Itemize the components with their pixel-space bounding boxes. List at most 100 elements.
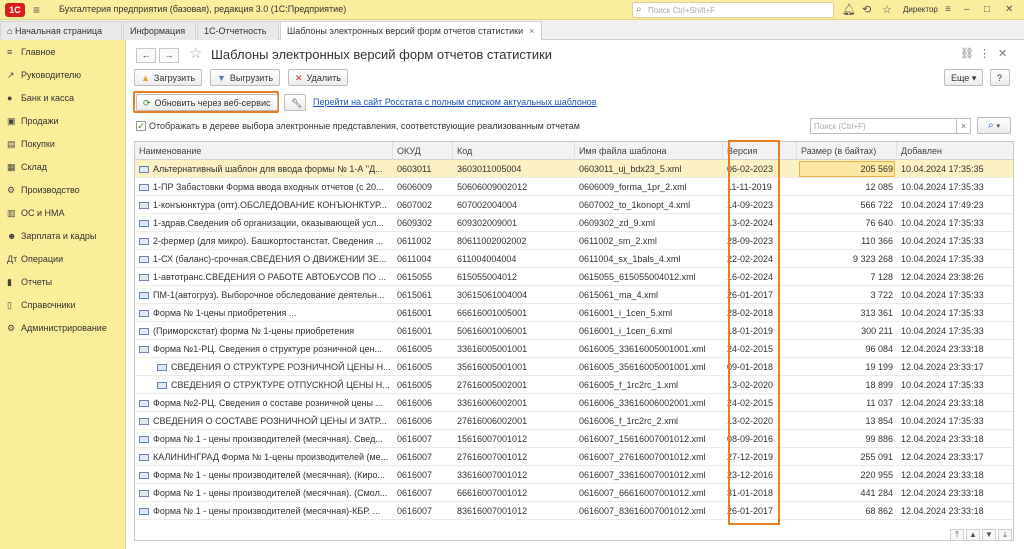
table-row[interactable]: Форма № 1 - цены производителей (месячна…	[135, 502, 1013, 520]
settings-icon[interactable]: ≡	[945, 3, 951, 17]
more-vertical-icon[interactable]: ⋮	[979, 47, 990, 60]
template-icon	[157, 364, 167, 372]
sidebar-item-bank[interactable]: ● Банк и касса	[7, 93, 125, 109]
help-button[interactable]: ?	[990, 69, 1010, 86]
wrench-button[interactable]: 🔧︎	[284, 94, 306, 111]
user-name[interactable]: Директор	[903, 5, 938, 14]
cell-name: Форма № 1 - цены производителей (месячна…	[135, 502, 393, 520]
clear-search-icon[interactable]: ×	[957, 118, 971, 134]
sidebar-item-catalogs[interactable]: ▯ Справочники	[7, 300, 125, 316]
minimize-icon[interactable]: –	[964, 3, 970, 17]
history-icon[interactable]: ⟲	[862, 2, 871, 18]
table-search-input[interactable]: Поиск (Ctrl+F)	[810, 118, 957, 134]
cell-name-text: Форма №1-РЦ. Сведения о структуре рознич…	[153, 344, 382, 354]
sidebar-item-sales[interactable]: ▣ Продажи	[7, 116, 125, 132]
table-row[interactable]: 1-автотранс.СВЕДЕНИЯ О РАБОТЕ АВТОБУСОВ …	[135, 268, 1013, 286]
sidebar-item-manager[interactable]: ↗ Руководителю	[7, 70, 125, 86]
cell-name-text: Форма №2-РЦ. Сведения о составе рознично…	[153, 398, 384, 408]
table-row[interactable]: Форма № 1 - цены производителей (месячна…	[135, 430, 1013, 448]
sidebar-item-production[interactable]: ⚙ Производство	[7, 185, 125, 201]
table-row[interactable]: Форма № 1-цены приобретения ... 0616001 66…	[135, 304, 1013, 322]
tab-close-icon[interactable]: ×	[529, 26, 534, 36]
tab-info[interactable]: Информация	[123, 21, 196, 40]
table-row[interactable]: СВЕДЕНИЯ О СТРУКТУРЕ ОТПУСКНОЙ ЦЕНЫ Н...…	[135, 376, 1013, 394]
sidebar-item-purchases[interactable]: ▤ Покупки	[7, 139, 125, 155]
table-row[interactable]: 1-ПР Забастовки Форма ввода входных отче…	[135, 178, 1013, 196]
table-row[interactable]: Форма № 1 - цены производителей (месячна…	[135, 466, 1013, 484]
table-row[interactable]: (Приморскстат) форма № 1-цены приобретен…	[135, 322, 1013, 340]
update-web-service-button[interactable]: ⟳ Обновить через веб-сервис	[136, 94, 278, 111]
col-header-file[interactable]: Имя файла шаблона	[575, 142, 723, 160]
sidebar-item-main[interactable]: ≡ Главное	[7, 47, 125, 63]
cell-size: 220 955	[860, 470, 893, 480]
cell-added: 10.04.2024 17:35:33	[901, 182, 984, 192]
back-button[interactable]: ←	[136, 48, 156, 63]
table-row[interactable]: Альтернативный шаблон для ввода формы № …	[135, 160, 1013, 178]
close-icon[interactable]: ✕	[1005, 3, 1013, 17]
close-form-icon[interactable]: ✕	[998, 47, 1007, 60]
sidebar-item-assets[interactable]: ▥ ОС и НМА	[7, 208, 125, 224]
show-representations-checkbox[interactable]: ✓	[136, 121, 146, 131]
table-row[interactable]: 1-здрав.Сведения об организации, оказыва…	[135, 214, 1013, 232]
catalog-icon: ▯	[7, 300, 12, 310]
unload-button[interactable]: ▼ Выгрузить	[210, 69, 281, 86]
trend-icon: ↗	[7, 70, 15, 80]
sidebar-item-reports[interactable]: ▮ Отчеты	[7, 277, 125, 293]
table-row[interactable]: 1-конъюнктура (опт).ОБСЛЕДОВАНИЕ КОНЪЮНК…	[135, 196, 1013, 214]
col-header-okud[interactable]: ОКУД	[393, 142, 453, 160]
cell-okud: 0616006	[397, 398, 433, 408]
global-search-input[interactable]: ⌕ Поиск Ctrl+Shift+F	[632, 2, 834, 18]
delete-label: Удалить	[306, 73, 341, 83]
col-header-name[interactable]: Наименование	[135, 142, 393, 160]
tab-templates-label: Шаблоны электронных версий форм отчетов …	[287, 26, 524, 36]
tab-templates[interactable]: Шаблоны электронных версий форм отчетов …	[280, 21, 542, 41]
table-row[interactable]: СВЕДЕНИЯ О СОСТАВЕ РОЗНИЧНОЙ ЦЕНЫ И ЗАТР…	[135, 412, 1013, 430]
table-row[interactable]: ПМ-1(автогруз). Выборочное обследование …	[135, 286, 1013, 304]
sidebar-item-label: Зарплата и кадры	[21, 231, 97, 241]
cell-name: СВЕДЕНИЯ О СТРУКТУРЕ ОТПУСКНОЙ ЦЕНЫ Н...	[135, 376, 393, 394]
app-title: Бухгалтерия предприятия (базовая), редак…	[59, 4, 347, 14]
more-button[interactable]: Еще ▾	[944, 69, 984, 86]
template-icon	[139, 310, 149, 318]
rosstat-link[interactable]: Перейти на сайт Росстата с полным списко…	[313, 97, 597, 107]
person-icon: ☻	[7, 231, 17, 241]
bell-icon[interactable]: 🔔︎	[842, 2, 856, 18]
table-row[interactable]: КАЛИНИНГРАД Форма № 1-цены производителе…	[135, 448, 1013, 466]
main-menu-icon[interactable]: ≡	[33, 3, 40, 17]
col-header-code[interactable]: Код	[453, 142, 575, 160]
table-row[interactable]: СВЕДЕНИЯ О СТРУКТУРЕ РОЗНИЧНОЙ ЦЕНЫ Н...…	[135, 358, 1013, 376]
table-row[interactable]: Форма №1-РЦ. Сведения о структуре рознич…	[135, 340, 1013, 358]
table-row[interactable]: 1-СХ (баланс)-срочная.СВЕДЕНИЯ О ДВИЖЕНИ…	[135, 250, 1013, 268]
load-label: Загрузить	[153, 73, 196, 83]
scroll-up-icon[interactable]: ▲	[966, 529, 980, 541]
sidebar-item-warehouse[interactable]: ▦ Склад	[7, 162, 125, 178]
forward-button[interactable]: →	[159, 48, 179, 63]
cell-size: 9 323 268	[852, 254, 893, 264]
sidebar-item-admin[interactable]: ⚙ Администрирование	[7, 323, 125, 339]
tab-home[interactable]: ⌂ Начальная страница	[0, 21, 122, 40]
favorite-star-icon[interactable]: ☆	[189, 44, 202, 62]
delete-button[interactable]: ✕ Удалить	[288, 69, 348, 86]
col-header-size[interactable]: Размер (в байтах)	[797, 142, 897, 160]
template-icon	[139, 256, 149, 264]
table-row[interactable]: Форма №2-РЦ. Сведения о составе рознично…	[135, 394, 1013, 412]
cell-name-text: СВЕДЕНИЯ О СТРУКТУРЕ РОЗНИЧНОЙ ЦЕНЫ Н...	[171, 362, 391, 372]
cell-added: 10.04.2024 17:35:33	[901, 416, 984, 426]
sidebar-item-operations[interactable]: Дт Операции	[7, 254, 125, 270]
col-header-added[interactable]: Добавлен	[897, 142, 1013, 160]
cell-code: 66616007001012	[457, 488, 528, 498]
maximize-icon[interactable]: □	[984, 3, 990, 17]
star-icon[interactable]: ☆	[882, 2, 892, 18]
templates-table: Наименование ОКУД Код Имя файла шаблона …	[134, 141, 1014, 541]
table-row[interactable]: 2-фермер (для микро). Башкортостанстат. …	[135, 232, 1013, 250]
tab-reporting[interactable]: 1С-Отчетность	[197, 21, 279, 40]
scroll-bottom-icon[interactable]: ⤓	[998, 529, 1012, 541]
sidebar-item-salary[interactable]: ☻ Зарплата и кадры	[7, 231, 125, 247]
template-icon	[139, 328, 149, 336]
scroll-down-icon[interactable]: ▼	[982, 529, 996, 541]
link-icon[interactable]: ⛓	[960, 47, 974, 60]
load-button[interactable]: ▲ Загрузить	[134, 69, 203, 86]
search-button[interactable]: ⌕ ▾	[977, 117, 1011, 134]
table-row[interactable]: Форма № 1 - цены производителей (месячна…	[135, 484, 1013, 502]
scroll-top-icon[interactable]: ⤒	[950, 529, 964, 541]
